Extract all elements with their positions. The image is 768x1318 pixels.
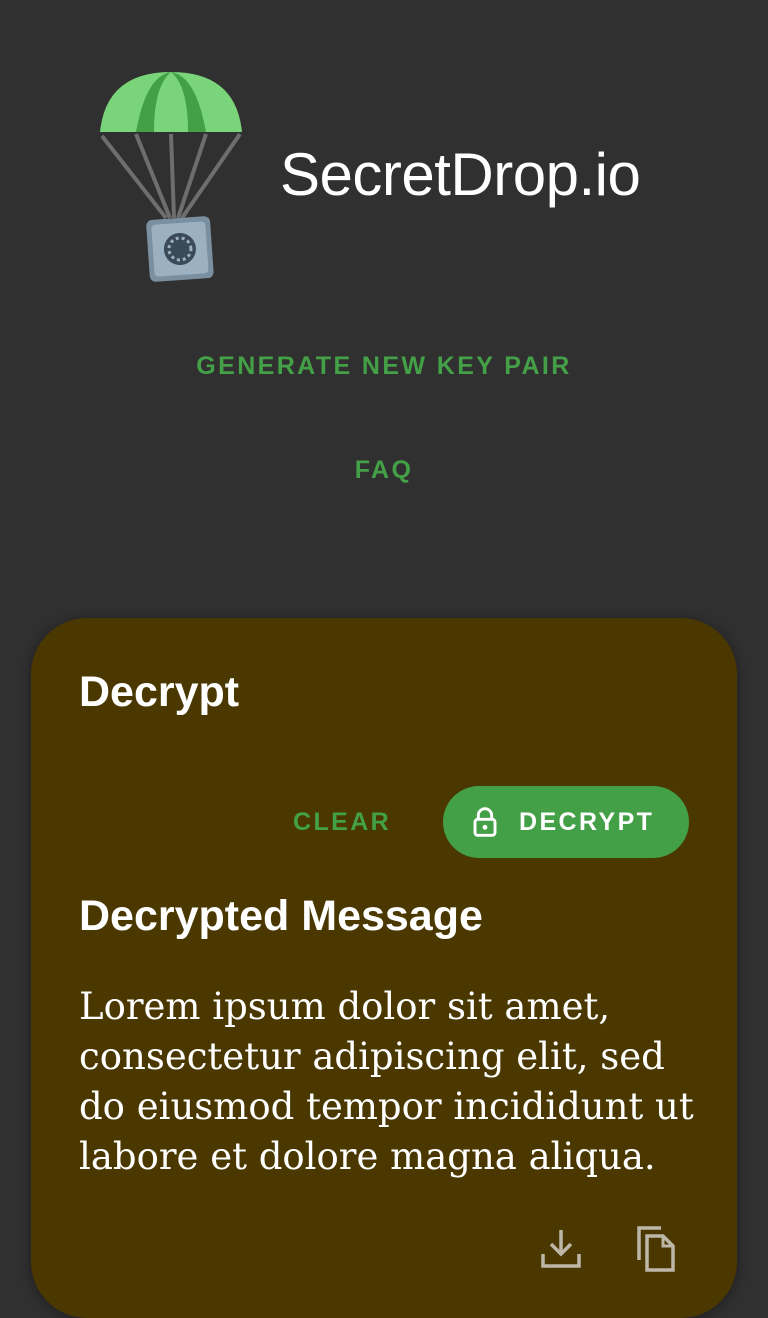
- clear-button[interactable]: CLEAR: [293, 808, 391, 837]
- decrypted-message-text: Lorem ipsum dolor sit amet, consectetur …: [79, 985, 694, 1178]
- card-title: Decrypt: [79, 668, 240, 716]
- copy-icon[interactable]: [633, 1224, 677, 1272]
- decrypt-card: Decrypt CLEAR DECRYPT Decrypted Message …: [31, 618, 737, 1318]
- parachute-safe-logo: [100, 72, 242, 282]
- app-header: SecretDrop.io: [0, 0, 768, 300]
- download-icon[interactable]: [539, 1224, 583, 1272]
- lock-icon: [473, 807, 497, 837]
- generate-key-pair-link[interactable]: GENERATE NEW KEY PAIR: [0, 352, 768, 381]
- app-title: SecretDrop.io: [280, 141, 641, 208]
- decrypted-message-title: Decrypted Message: [79, 892, 483, 940]
- faq-link[interactable]: FAQ: [0, 456, 768, 485]
- decrypt-button[interactable]: DECRYPT: [443, 786, 689, 858]
- decrypt-button-label: DECRYPT: [519, 808, 655, 836]
